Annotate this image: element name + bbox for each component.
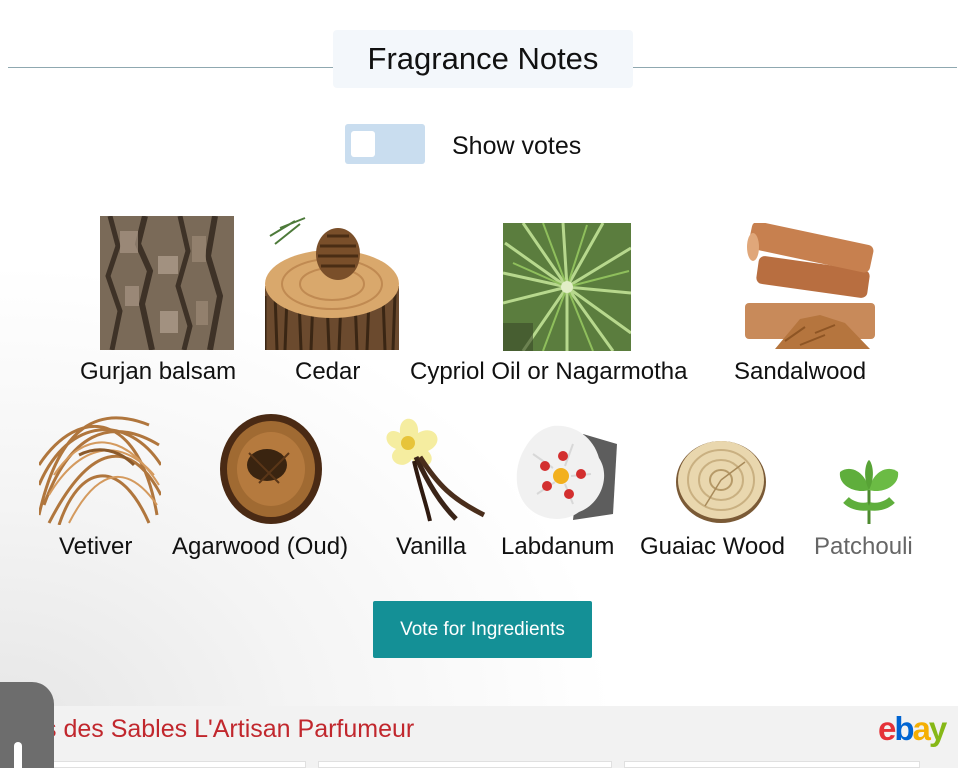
ebay-logo-letter: b bbox=[894, 710, 914, 747]
floating-back-tab[interactable] bbox=[0, 682, 54, 768]
note-label: Vetiver bbox=[59, 533, 133, 560]
note-label: Guaiac Wood bbox=[640, 533, 785, 560]
header-divider-right bbox=[632, 67, 957, 68]
vetiver-roots-icon bbox=[39, 405, 161, 525]
note-label: Labdanum bbox=[501, 533, 615, 560]
note-label: Agarwood (Oud) bbox=[172, 533, 349, 560]
ebay-logo: ebay bbox=[878, 709, 947, 749]
patchouli-leaf-icon bbox=[836, 460, 902, 524]
vanilla-flower-icon bbox=[380, 413, 490, 525]
cistus-flower-icon bbox=[513, 424, 617, 524]
note-label: Gurjan balsam bbox=[80, 358, 237, 385]
show-votes-label: Show votes bbox=[452, 132, 582, 160]
header-divider-left bbox=[8, 67, 334, 68]
listing-card[interactable] bbox=[52, 761, 306, 768]
vote-for-ingredients-button[interactable]: Vote for Ingredients bbox=[373, 601, 592, 658]
note-label: Cedar bbox=[295, 358, 361, 385]
show-votes-toggle[interactable] bbox=[345, 124, 425, 164]
ebay-listing-bar[interactable]: s des Sables L'Artisan Parfumeur ebay bbox=[0, 706, 958, 768]
grass-plant-icon bbox=[503, 223, 631, 351]
pine-cone-icon bbox=[265, 216, 399, 350]
note-label: Sandalwood bbox=[734, 358, 867, 385]
wood-sticks-icon bbox=[745, 223, 875, 349]
ebay-logo-letter: y bbox=[928, 710, 947, 747]
toggle-knob bbox=[351, 131, 375, 157]
listing-card[interactable] bbox=[624, 761, 920, 768]
wood-slice-icon bbox=[675, 436, 767, 524]
note-label: Patchouli bbox=[814, 533, 913, 560]
listing-card[interactable] bbox=[318, 761, 612, 768]
back-tab-icon bbox=[14, 742, 22, 768]
note-label: Cypriol Oil or Nagarmotha bbox=[410, 358, 688, 385]
agarwood-slice-icon bbox=[219, 413, 323, 525]
ebay-listing-title[interactable]: s des Sables L'Artisan Parfumeur bbox=[44, 714, 414, 744]
tree-bark-icon bbox=[100, 216, 234, 350]
note-label: Vanilla bbox=[396, 533, 467, 560]
section-title: Fragrance Notes bbox=[333, 30, 633, 88]
ebay-logo-letter: e bbox=[878, 710, 896, 747]
ebay-logo-letter: a bbox=[912, 710, 931, 747]
